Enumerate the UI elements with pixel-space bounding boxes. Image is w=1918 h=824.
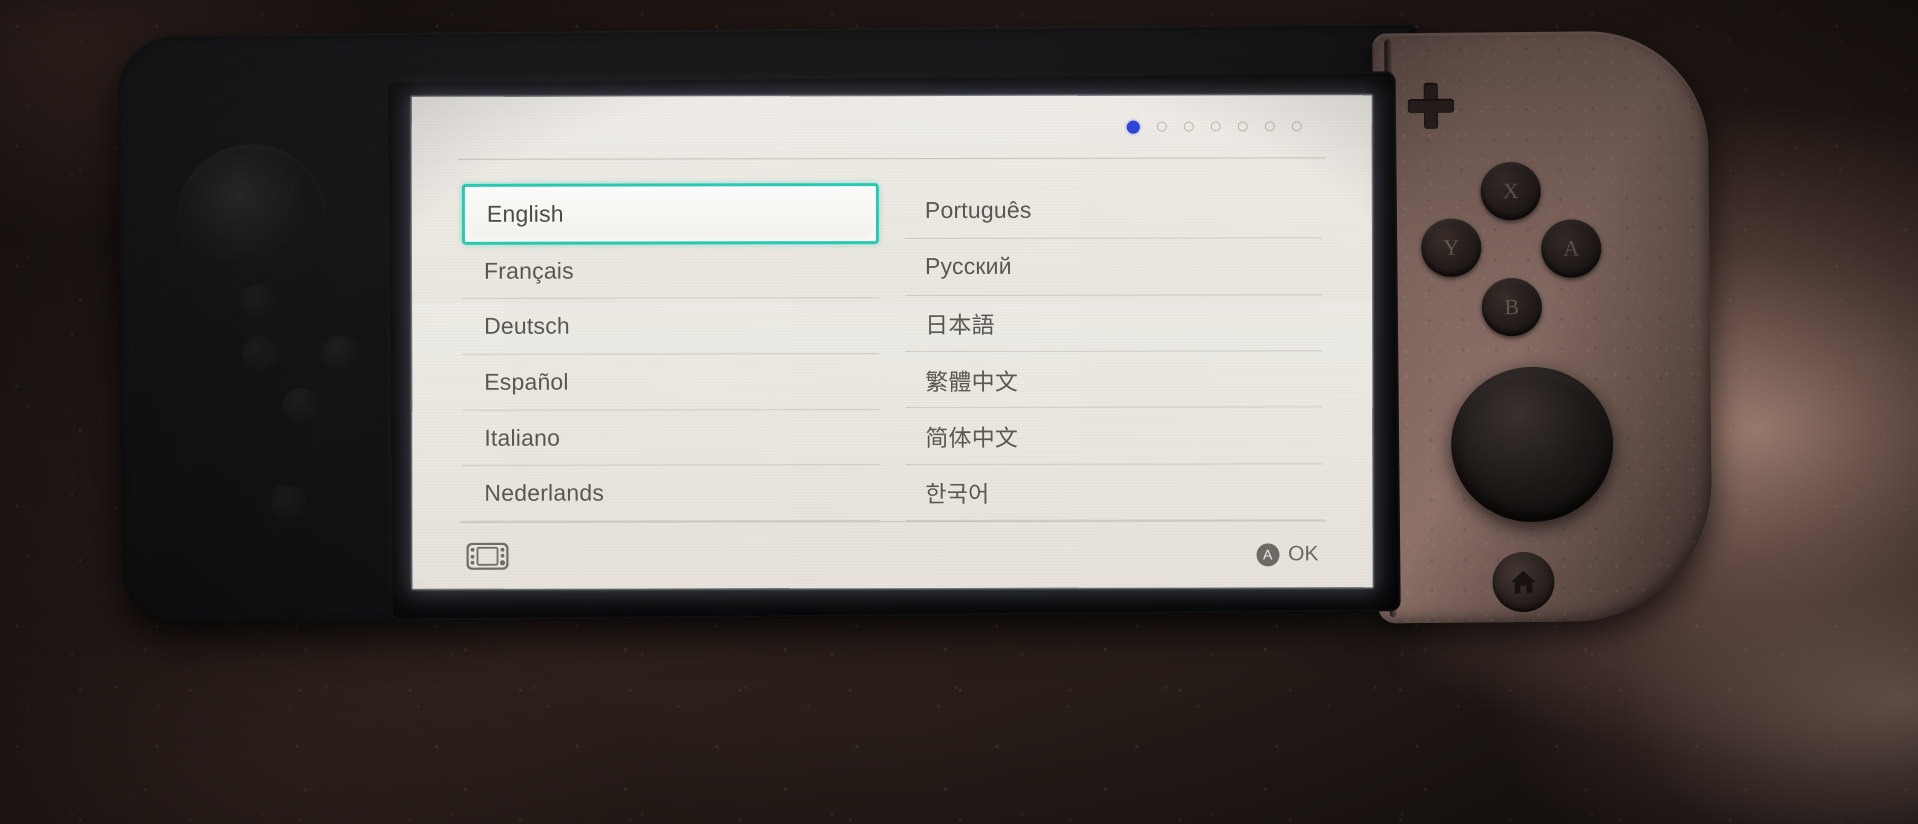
confirm-hint[interactable]: A OK bbox=[1256, 542, 1319, 566]
language-option-italiano[interactable]: Italiano bbox=[462, 409, 880, 467]
language-option-traditional-chinese[interactable]: 繁體中文 bbox=[905, 351, 1323, 409]
dpad-left-button[interactable] bbox=[242, 335, 279, 371]
language-option-portugues[interactable]: Português bbox=[904, 182, 1322, 240]
photo-scene: X Y A B English Français Deutsch Español… bbox=[0, 0, 1918, 824]
home-icon bbox=[1510, 570, 1536, 594]
capture-button[interactable] bbox=[271, 485, 306, 520]
language-option-deutsch[interactable]: Deutsch bbox=[462, 298, 880, 355]
language-column-left: English Français Deutsch Español Italian… bbox=[461, 183, 880, 522]
y-button[interactable]: Y bbox=[1420, 218, 1482, 277]
language-option-russian[interactable]: Русский bbox=[904, 238, 1323, 296]
home-button[interactable] bbox=[1492, 551, 1555, 613]
console-screen: English Français Deutsch Español Italian… bbox=[411, 95, 1373, 589]
page-dot-1[interactable] bbox=[1126, 120, 1140, 134]
language-option-korean[interactable]: 한국어 bbox=[905, 463, 1323, 522]
right-analog-stick[interactable] bbox=[1450, 366, 1614, 523]
language-list: English Français Deutsch Español Italian… bbox=[456, 158, 1329, 522]
dpad-down-button[interactable] bbox=[282, 387, 319, 422]
nintendo-switch-console: X Y A B English Français Deutsch Español… bbox=[117, 21, 1713, 636]
left-dpad-buttons[interactable] bbox=[239, 283, 362, 454]
switch-console-icon bbox=[466, 542, 509, 570]
a-button[interactable]: A bbox=[1540, 219, 1602, 278]
language-option-nederlands[interactable]: Nederlands bbox=[462, 465, 880, 522]
language-option-espanol[interactable]: Español bbox=[462, 354, 880, 411]
page-dot-4[interactable] bbox=[1210, 121, 1221, 132]
language-option-japanese[interactable]: 日本語 bbox=[905, 294, 1323, 353]
bottom-bar: A OK bbox=[456, 521, 1328, 589]
page-dot-2[interactable] bbox=[1156, 121, 1167, 132]
dpad-right-button[interactable] bbox=[322, 335, 359, 370]
plus-button[interactable] bbox=[1407, 82, 1454, 129]
language-option-english[interactable]: English bbox=[461, 183, 879, 245]
left-analog-stick[interactable] bbox=[176, 143, 328, 291]
x-button[interactable]: X bbox=[1480, 161, 1541, 221]
page-dot-7[interactable] bbox=[1291, 121, 1302, 132]
dpad-up-button[interactable] bbox=[239, 283, 276, 319]
language-column-right: Português Русский 日本語 繁體中文 简体中文 한국어 bbox=[904, 182, 1323, 522]
a-button-glyph-icon: A bbox=[1256, 542, 1280, 566]
b-button[interactable]: B bbox=[1481, 277, 1543, 337]
page-dot-5[interactable] bbox=[1237, 121, 1248, 132]
page-indicator bbox=[456, 95, 1328, 159]
page-dot-6[interactable] bbox=[1264, 121, 1275, 132]
language-option-simplified-chinese[interactable]: 简体中文 bbox=[905, 407, 1323, 465]
page-dot-3[interactable] bbox=[1183, 121, 1194, 132]
confirm-label: OK bbox=[1288, 542, 1319, 566]
language-option-francais[interactable]: Français bbox=[461, 242, 880, 300]
plus-icon-horizontal-bar bbox=[1407, 98, 1454, 114]
